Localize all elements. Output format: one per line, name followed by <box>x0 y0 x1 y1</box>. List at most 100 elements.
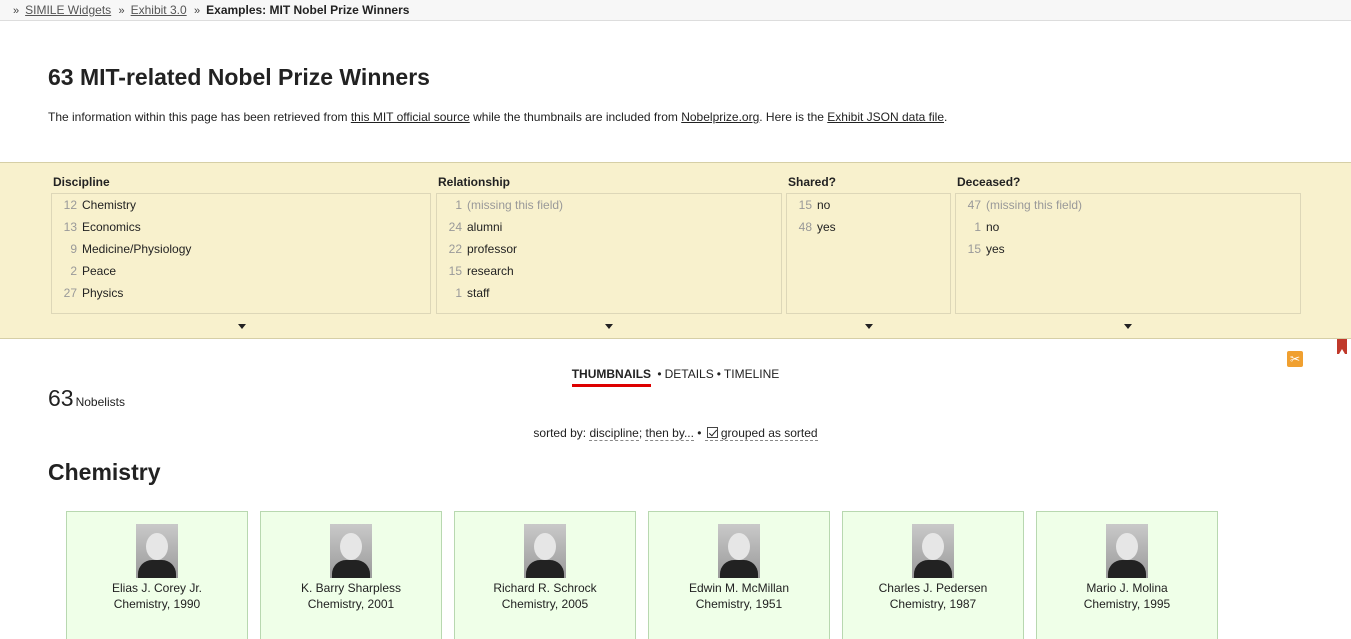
facet-values: 1 (missing this field) 24 alumni 22 profess… <box>436 193 782 314</box>
nobelist-card[interactable]: Charles J. Pedersen Chemistry, 1987 <box>842 511 1024 639</box>
breadcrumb-separator: » <box>118 5 125 17</box>
grouped-toggle[interactable]: grouped as sorted <box>704 426 818 441</box>
nobelist-name[interactable]: Edwin M. McMillan <box>649 580 829 596</box>
mit-source-link[interactable]: this MIT official source <box>351 110 470 124</box>
facet-panel: Discipline 12 Chemistry 13 Economics 9 Medi… <box>0 162 1351 339</box>
facet-label: no <box>986 220 1000 234</box>
facet-count: 1 <box>974 220 981 234</box>
intro-part: while the thumbnails are included from <box>469 110 682 124</box>
nobelist-discipline: Chemistry, 2001 <box>307 597 395 611</box>
intro-text: The information within this page has bee… <box>48 110 947 124</box>
facet-label: professor <box>467 242 518 256</box>
breadcrumb-link-simile[interactable]: SIMILE Widgets <box>25 3 111 17</box>
grouped-label: grouped as sorted <box>720 426 818 440</box>
intro-part: . Here is the <box>759 110 828 124</box>
nobelist-discipline: Chemistry, 1987 <box>889 597 977 611</box>
nobelist-card[interactable]: Mario J. Molina Chemistry, 1995 <box>1036 511 1218 639</box>
view-separator: • <box>657 367 662 381</box>
facet-value-research[interactable]: 15 research <box>437 262 781 284</box>
facet-count: 13 <box>63 220 77 234</box>
facet-label: (missing this field) <box>467 198 564 212</box>
facet-value-no[interactable]: 15 no <box>787 196 950 218</box>
intro-part: . <box>944 110 948 124</box>
nobelist-name[interactable]: Elias J. Corey Jr. <box>67 580 247 596</box>
nobelist-name[interactable]: K. Barry Sharpless <box>261 580 441 596</box>
nobelist-name[interactable]: Mario J. Molina <box>1037 580 1217 596</box>
facet-title: Shared? <box>788 175 837 189</box>
view-selector: THUMBNAILS • DETAILS • TIMELINE <box>0 367 1351 387</box>
facet-label: yes <box>986 242 1005 256</box>
facet-shared: Shared? 15 no 48 yes <box>786 175 951 329</box>
facet-expand-arrow-icon[interactable] <box>1124 324 1132 329</box>
portrait-image[interactable] <box>524 524 566 578</box>
facet-label: yes <box>817 220 836 234</box>
tab-timeline[interactable]: TIMELINE <box>724 367 779 381</box>
breadcrumb-current: Examples: MIT Nobel Prize Winners <box>206 3 410 17</box>
sort-field-discipline[interactable]: discipline <box>589 426 639 441</box>
facet-count: 15 <box>448 264 462 278</box>
nobelist-card[interactable]: Elias J. Corey Jr. Chemistry, 1990 <box>66 511 248 639</box>
scissors-icon[interactable]: ✂ <box>1287 351 1303 367</box>
facet-label: (missing this field) <box>986 198 1083 212</box>
facet-expand-arrow-icon[interactable] <box>238 324 246 329</box>
facet-value-peace[interactable]: 2 Peace <box>52 262 430 284</box>
nobelprize-link[interactable]: Nobelprize.org <box>681 110 759 124</box>
breadcrumb-separator: » <box>13 5 20 17</box>
facet-label: alumni <box>467 220 503 234</box>
facet-value-physics[interactable]: 27 Physics <box>52 284 430 306</box>
facet-title: Relationship <box>438 175 511 189</box>
facet-count: 1 <box>455 286 462 300</box>
result-count-number: 63 <box>48 385 74 411</box>
bookmark-icon[interactable] <box>1337 339 1347 354</box>
facet-value-yes[interactable]: 48 yes <box>787 218 950 240</box>
facet-value-staff[interactable]: 1 staff <box>437 284 781 306</box>
facet-discipline: Discipline 12 Chemistry 13 Economics 9 Medi… <box>51 175 431 329</box>
breadcrumb-link-exhibit[interactable]: Exhibit 3.0 <box>131 3 187 17</box>
facet-expand-arrow-icon[interactable] <box>865 324 873 329</box>
tab-details[interactable]: DETAILS <box>665 367 714 381</box>
breadcrumb-separator: » <box>194 5 201 17</box>
portrait-image[interactable] <box>330 524 372 578</box>
facet-values: 47 (missing this field) 1 no 15 yes <box>955 193 1301 314</box>
portrait-image[interactable] <box>1106 524 1148 578</box>
portrait-image[interactable] <box>912 524 954 578</box>
result-count: 63 Nobelists <box>48 385 125 412</box>
sort-then-by[interactable]: then by... <box>645 426 694 441</box>
result-count-label: Nobelists <box>75 395 125 409</box>
json-data-link[interactable]: Exhibit JSON data file <box>827 110 944 124</box>
view-separator: • <box>716 367 721 381</box>
facet-value-economics[interactable]: 13 Economics <box>52 218 430 240</box>
nobelist-card[interactable]: Edwin M. McMillan Chemistry, 1951 <box>648 511 830 639</box>
intro-part: The information within this page has bee… <box>48 110 351 124</box>
facet-label: research <box>467 264 514 278</box>
facet-value-missing[interactable]: 1 (missing this field) <box>437 196 781 218</box>
facet-value-yes[interactable]: 15 yes <box>956 240 1300 262</box>
portrait-image[interactable] <box>136 524 178 578</box>
facet-value-medicine[interactable]: 9 Medicine/Physiology <box>52 240 430 262</box>
nobelist-card[interactable]: Richard R. Schrock Chemistry, 2005 <box>454 511 636 639</box>
facet-title: Deceased? <box>957 175 1021 189</box>
facet-count: 2 <box>70 264 77 278</box>
facet-label: staff <box>467 286 490 300</box>
facet-count: 48 <box>798 220 812 234</box>
facet-label: Medicine/Physiology <box>82 242 192 256</box>
facet-value-missing[interactable]: 47 (missing this field) <box>956 196 1300 218</box>
facet-count: 24 <box>448 220 462 234</box>
facet-deceased: Deceased? 47 (missing this field) 1 no 15 y… <box>955 175 1301 329</box>
facet-value-no[interactable]: 1 no <box>956 218 1300 240</box>
tab-thumbnails[interactable]: THUMBNAILS <box>571 367 652 387</box>
facet-count: 27 <box>63 286 77 300</box>
facet-expand-arrow-icon[interactable] <box>605 324 613 329</box>
nobelist-name[interactable]: Charles J. Pedersen <box>843 580 1023 596</box>
facet-count: 15 <box>967 242 981 256</box>
nobelist-discipline: Chemistry, 2005 <box>501 597 589 611</box>
group-title: Chemistry <box>48 459 161 485</box>
facet-value-professor[interactable]: 22 professor <box>437 240 781 262</box>
nobelist-card[interactable]: K. Barry Sharpless Chemistry, 2001 <box>260 511 442 639</box>
portrait-image[interactable] <box>718 524 760 578</box>
facet-value-alumni[interactable]: 24 alumni <box>437 218 781 240</box>
nobelist-name[interactable]: Richard R. Schrock <box>455 580 635 596</box>
facet-value-chemistry[interactable]: 12 Chemistry <box>52 196 430 218</box>
facet-values: 12 Chemistry 13 Economics 9 Medicine/Physio… <box>51 193 431 314</box>
facet-count: 47 <box>967 198 981 212</box>
